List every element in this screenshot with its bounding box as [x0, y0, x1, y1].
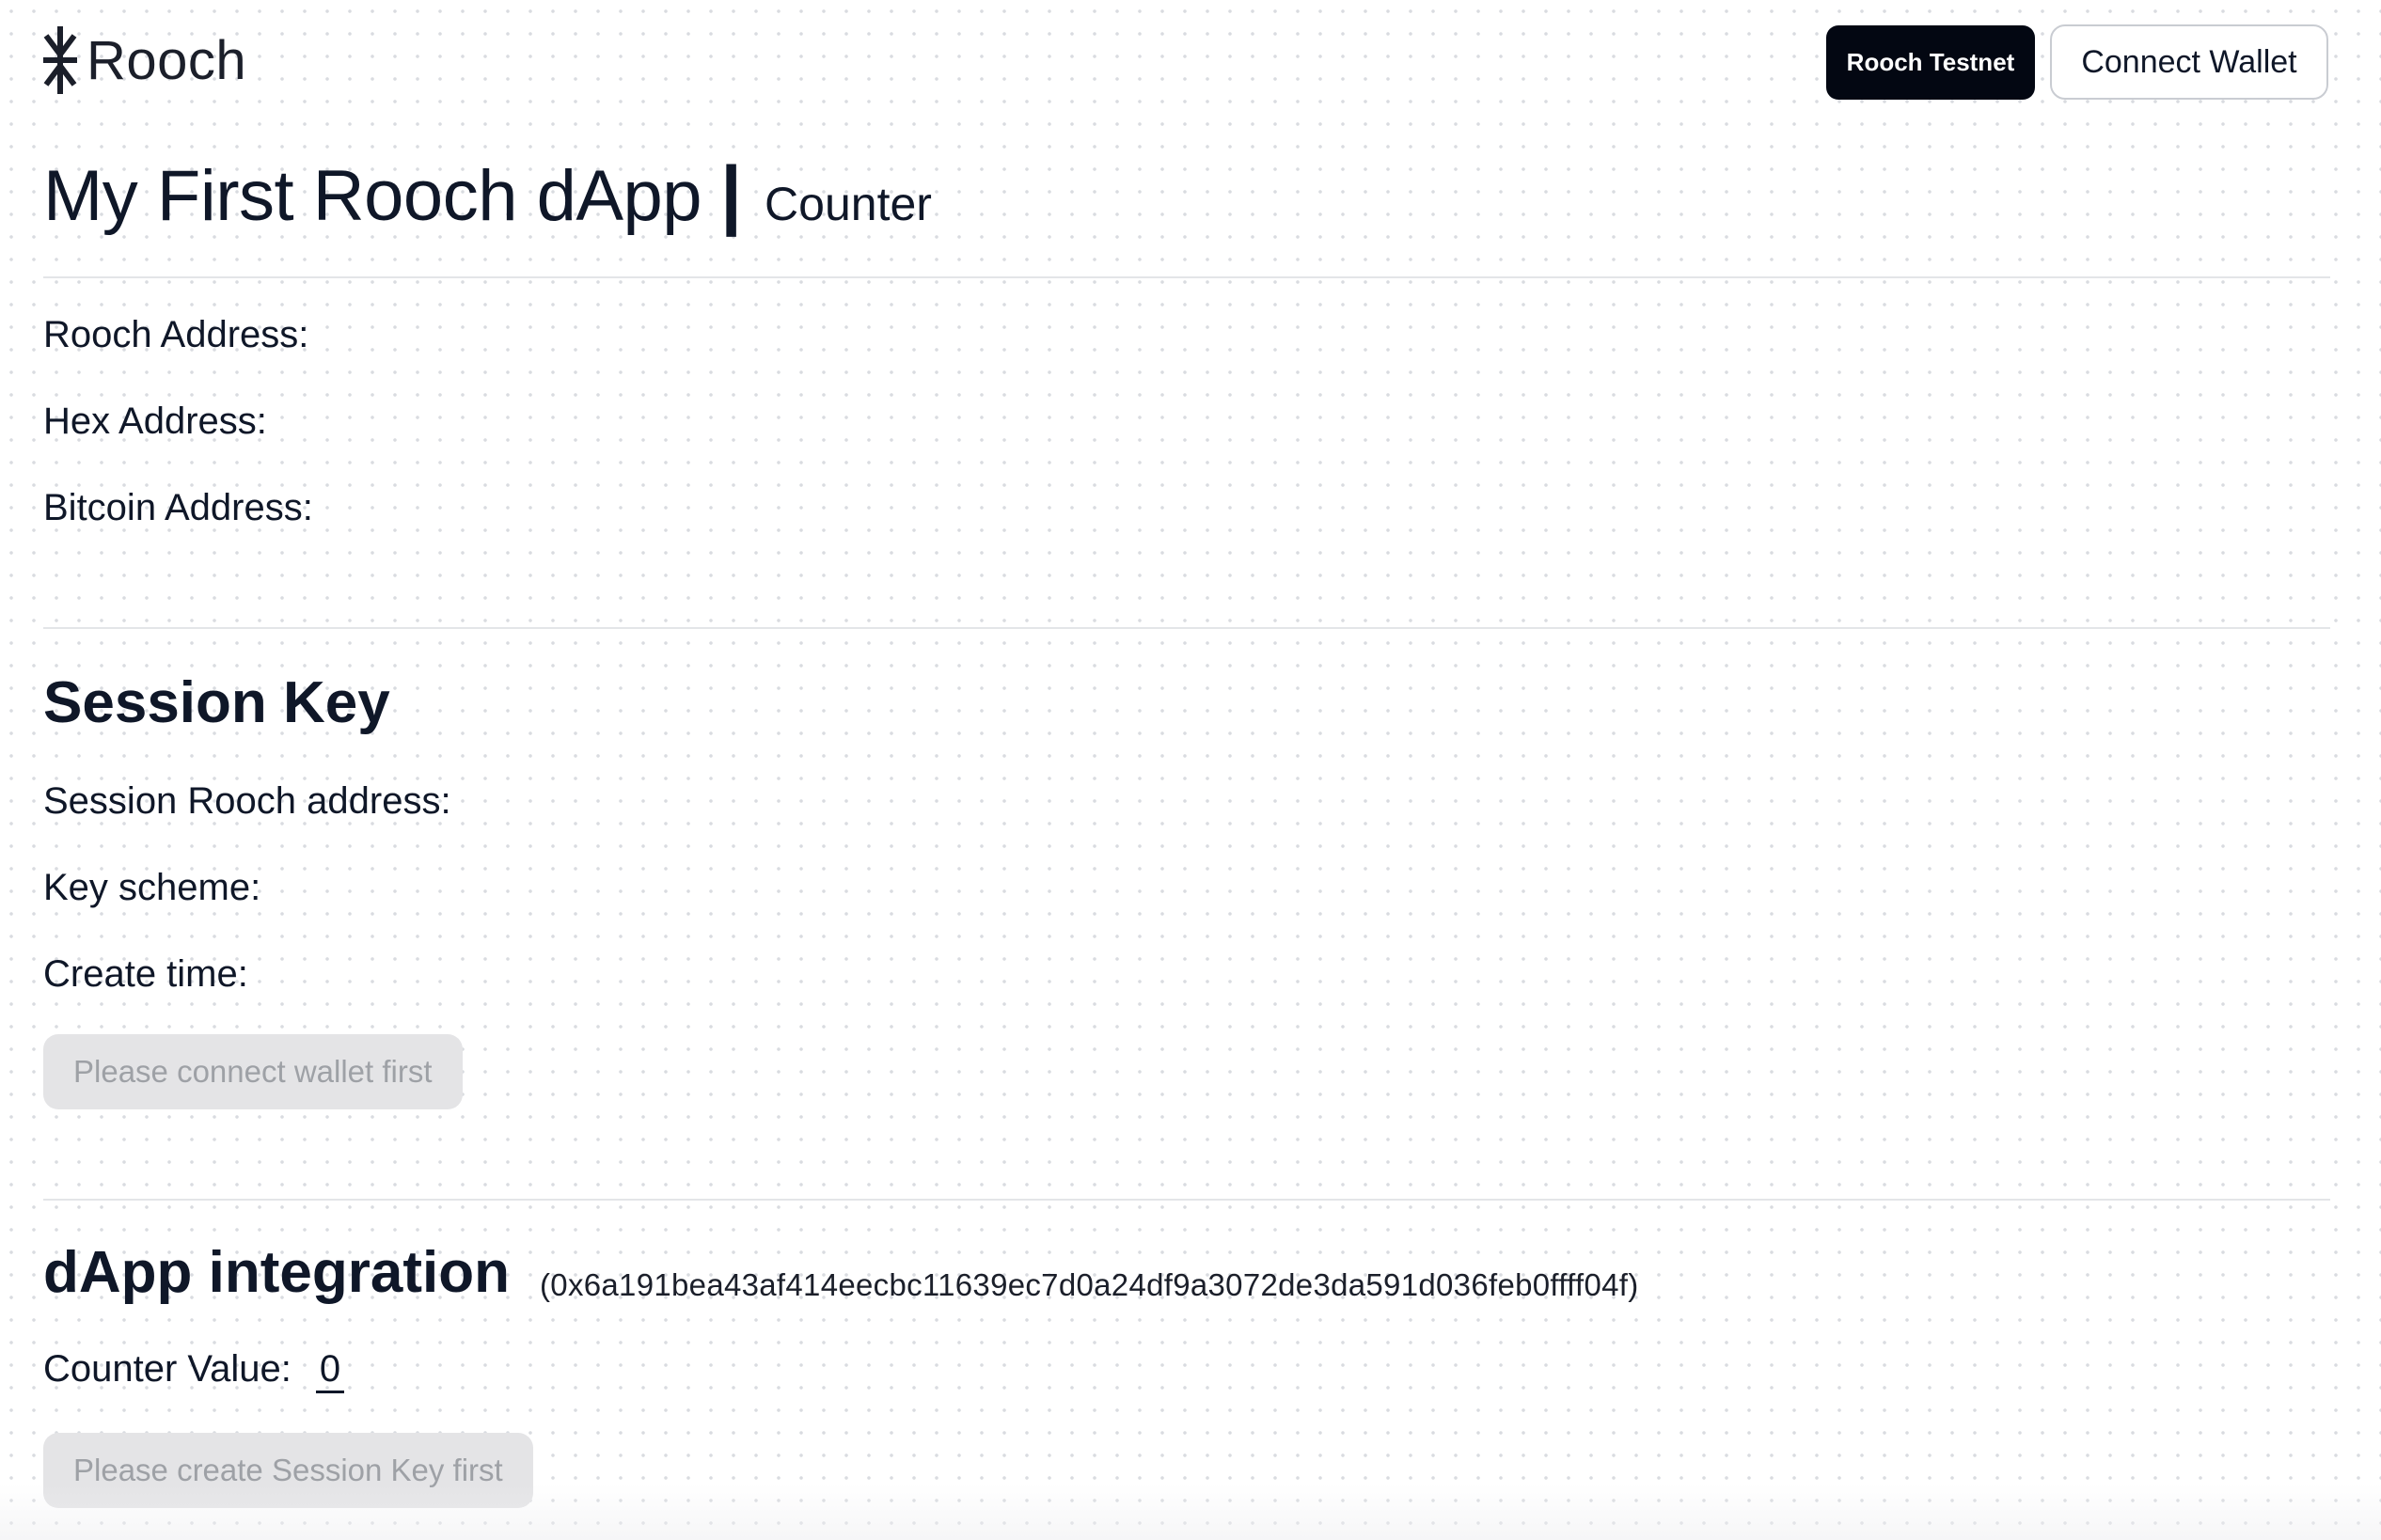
counter-value: 0	[315, 1348, 345, 1393]
counter-row: Counter Value: 0	[43, 1348, 345, 1393]
page-subtitle: Counter	[765, 178, 932, 230]
title-separator: |	[720, 151, 743, 237]
rooch-asterisk-icon	[43, 26, 77, 94]
hex-address-label: Hex Address:	[43, 401, 267, 442]
dapp-integration-heading: dApp integration	[43, 1240, 510, 1305]
logo[interactable]: Rooch	[43, 26, 246, 94]
session-key-heading: Session Key	[43, 670, 390, 735]
page-container: Rooch Rooch Testnet Connect Wallet My Fi…	[43, 0, 2330, 1540]
divider-session	[43, 627, 2330, 629]
divider-top	[43, 276, 2330, 278]
rooch-address-label: Rooch Address:	[43, 314, 309, 355]
bottom-fade	[0, 1484, 2381, 1540]
key-scheme-label: Key scheme:	[43, 867, 261, 908]
page-title-row: My First Rooch dApp | Counter	[43, 150, 932, 239]
bitcoin-address-label: Bitcoin Address:	[43, 487, 313, 528]
session-rooch-address-label: Session Rooch address:	[43, 780, 451, 822]
logo-text: Rooch	[87, 29, 247, 91]
network-button[interactable]: Rooch Testnet	[1826, 25, 2035, 100]
page-title: My First Rooch dApp	[43, 156, 702, 236]
create-time-label: Create time:	[43, 953, 248, 995]
contract-address: (0x6a191bea43af414eecbc11639ec7d0a24df9a…	[540, 1267, 1639, 1302]
connect-wallet-button[interactable]: Connect Wallet	[2050, 24, 2328, 100]
create-session-key-button[interactable]: Please connect wallet first	[43, 1034, 463, 1109]
top-bar: Rooch Rooch Testnet Connect Wallet	[43, 0, 2330, 126]
counter-value-label: Counter Value:	[43, 1348, 292, 1390]
divider-dapp	[43, 1199, 2330, 1201]
